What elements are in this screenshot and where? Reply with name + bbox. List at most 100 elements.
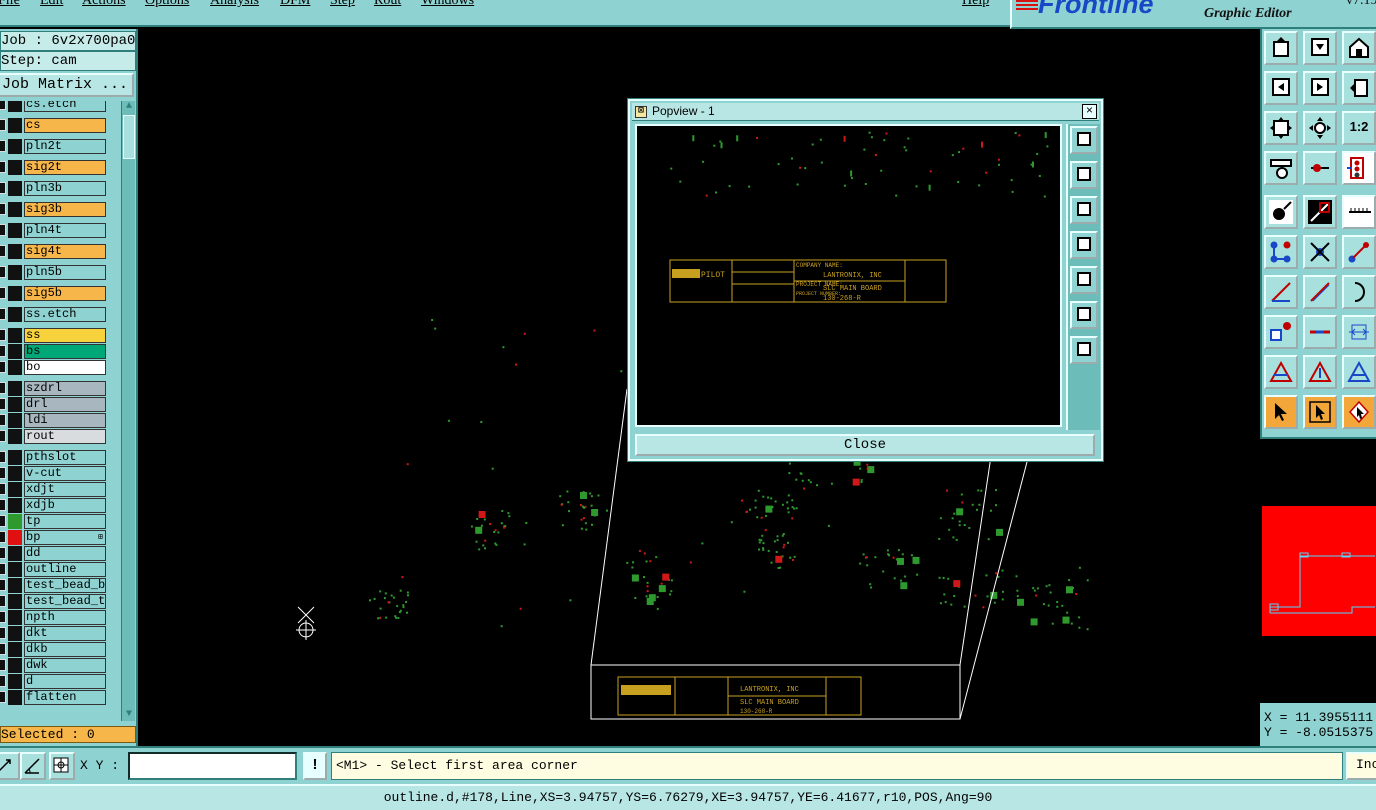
layer-name[interactable]: cs.etch xyxy=(24,101,106,112)
delete-button[interactable] xyxy=(1303,235,1337,269)
layer-name[interactable]: pln4t xyxy=(24,223,106,238)
layer-color-swatch[interactable] xyxy=(8,450,22,465)
layer-checkbox[interactable] xyxy=(0,361,6,373)
popview-pan-up-button[interactable] xyxy=(1070,161,1098,189)
pan-right-button[interactable] xyxy=(1303,71,1337,105)
layer-color-swatch[interactable] xyxy=(8,328,22,343)
layer-row[interactable]: ss.etch xyxy=(0,307,120,322)
layer-checkbox[interactable] xyxy=(0,627,6,639)
layer-row[interactable]: outline xyxy=(0,562,120,577)
popview-pan-right-button[interactable] xyxy=(1070,266,1098,294)
layer-row[interactable]: dwk xyxy=(0,658,120,673)
layer-name[interactable]: drl xyxy=(24,397,106,412)
layer-row[interactable]: pln3b xyxy=(0,181,120,196)
layer-row[interactable]: pln5b xyxy=(0,265,120,280)
layer-color-swatch[interactable] xyxy=(8,286,22,301)
layer-color-swatch[interactable] xyxy=(8,658,22,673)
zoom-ratio-button[interactable]: 1:2 xyxy=(1342,111,1376,145)
layer-name[interactable]: dkb xyxy=(24,642,106,657)
zoom-down-button[interactable] xyxy=(1303,31,1337,65)
layer-row[interactable]: bs xyxy=(0,344,120,359)
layer-checkbox[interactable] xyxy=(0,345,6,357)
layer-checkbox[interactable] xyxy=(0,595,6,607)
zoom-center-button[interactable] xyxy=(1303,111,1337,145)
layer-color-swatch[interactable] xyxy=(8,307,22,322)
inc-button[interactable]: Inc xyxy=(1346,752,1376,780)
layer-checkbox[interactable] xyxy=(0,266,6,278)
layer-name[interactable]: rout xyxy=(24,429,106,444)
layer-row[interactable]: test_bead_ba xyxy=(0,578,120,593)
layer-name[interactable]: ss.etch xyxy=(24,307,106,322)
layer-row[interactable]: pln2t xyxy=(0,139,120,154)
layer-name[interactable]: ldi xyxy=(24,413,106,428)
layer-name[interactable]: dd xyxy=(24,546,106,561)
layer-color-swatch[interactable] xyxy=(8,181,22,196)
layer-name[interactable]: dkt xyxy=(24,626,106,641)
layer-color-swatch[interactable] xyxy=(8,562,22,577)
layer-checkbox[interactable] xyxy=(0,398,6,410)
layer-name[interactable]: d xyxy=(24,674,106,689)
select-area-button[interactable] xyxy=(1303,395,1337,429)
menu-edit[interactable]: Edit xyxy=(40,0,63,9)
layer-color-swatch[interactable] xyxy=(8,265,22,280)
overview-map[interactable] xyxy=(1260,437,1376,703)
triangle-fill-button[interactable] xyxy=(1342,355,1376,389)
menu-actions[interactable]: Actions xyxy=(82,0,126,9)
layer-row[interactable]: tp xyxy=(0,514,120,529)
layer-row[interactable]: ldi xyxy=(0,413,120,428)
layer-color-swatch[interactable] xyxy=(8,160,22,175)
layer-name[interactable]: bs xyxy=(24,344,106,359)
layer-row[interactable]: sig5b xyxy=(0,286,120,301)
layer-row[interactable]: sig2t xyxy=(0,160,120,175)
layer-checkbox[interactable] xyxy=(0,579,6,591)
layer-name[interactable]: sig2t xyxy=(24,160,106,175)
layer-checkbox[interactable] xyxy=(0,182,6,194)
select-button[interactable] xyxy=(1264,395,1298,429)
menu-windows[interactable]: Windows xyxy=(421,0,474,9)
layer-color-swatch[interactable] xyxy=(8,482,22,497)
menu-help[interactable]: Help xyxy=(962,0,989,9)
layer-color-swatch[interactable] xyxy=(8,594,22,609)
layer-name[interactable]: v-cut xyxy=(24,466,106,481)
popview-view[interactable]: PILOT COMPANY NAME: LANTRONIX, INC PROJE… xyxy=(635,124,1062,427)
layer-checkbox[interactable] xyxy=(0,203,6,215)
snap-mode-button[interactable] xyxy=(0,752,20,780)
layer-row[interactable]: bo xyxy=(0,360,120,375)
draw-angle-button[interactable] xyxy=(1264,275,1298,309)
layer-color-swatch[interactable] xyxy=(8,514,22,529)
menu-dfm[interactable]: DFM xyxy=(280,0,310,9)
menu-step[interactable]: Step xyxy=(330,0,355,9)
layer-name[interactable]: ss xyxy=(24,328,106,343)
layer-row[interactable]: npth xyxy=(0,610,120,625)
layer-color-swatch[interactable] xyxy=(8,498,22,513)
layer-checkbox[interactable] xyxy=(0,531,6,543)
layer-name[interactable]: bo xyxy=(24,360,106,375)
add-feature-button[interactable] xyxy=(1264,315,1298,349)
layer-color-swatch[interactable] xyxy=(8,223,22,238)
menu-options[interactable]: Options xyxy=(145,0,189,9)
scroll-up-icon[interactable]: ▲ xyxy=(123,101,135,113)
layer-color-swatch[interactable] xyxy=(8,413,22,428)
popview-zoom-out-button[interactable] xyxy=(1070,301,1098,329)
layer-color-swatch[interactable] xyxy=(8,344,22,359)
layer-color-swatch[interactable] xyxy=(8,360,22,375)
layer-row[interactable]: sig3b xyxy=(0,202,120,217)
scroll-down-icon[interactable]: ▼ xyxy=(123,709,135,721)
layer-checkbox[interactable] xyxy=(0,119,6,131)
draw-arc-button[interactable] xyxy=(1342,275,1376,309)
layer-row[interactable]: d xyxy=(0,674,120,689)
layer-color-swatch[interactable] xyxy=(8,610,22,625)
tool-settings-button[interactable] xyxy=(1264,151,1298,185)
warning-button[interactable]: ! xyxy=(303,752,327,780)
layer-row[interactable]: xdjb xyxy=(0,498,120,513)
layer-checkbox[interactable] xyxy=(0,467,6,479)
layer-color-swatch[interactable] xyxy=(8,397,22,412)
layer-row[interactable]: rout xyxy=(0,429,120,444)
layer-row[interactable]: cs xyxy=(0,118,120,133)
layer-color-swatch[interactable] xyxy=(8,381,22,396)
layer-name[interactable]: xdjb xyxy=(24,498,106,513)
popview-titlebar[interactable]: ⊠ Popview - 1 × xyxy=(632,103,1099,121)
triangle-up-button[interactable] xyxy=(1303,355,1337,389)
layer-row[interactable]: test_bead_t xyxy=(0,594,120,609)
layer-checkbox[interactable] xyxy=(0,287,6,299)
